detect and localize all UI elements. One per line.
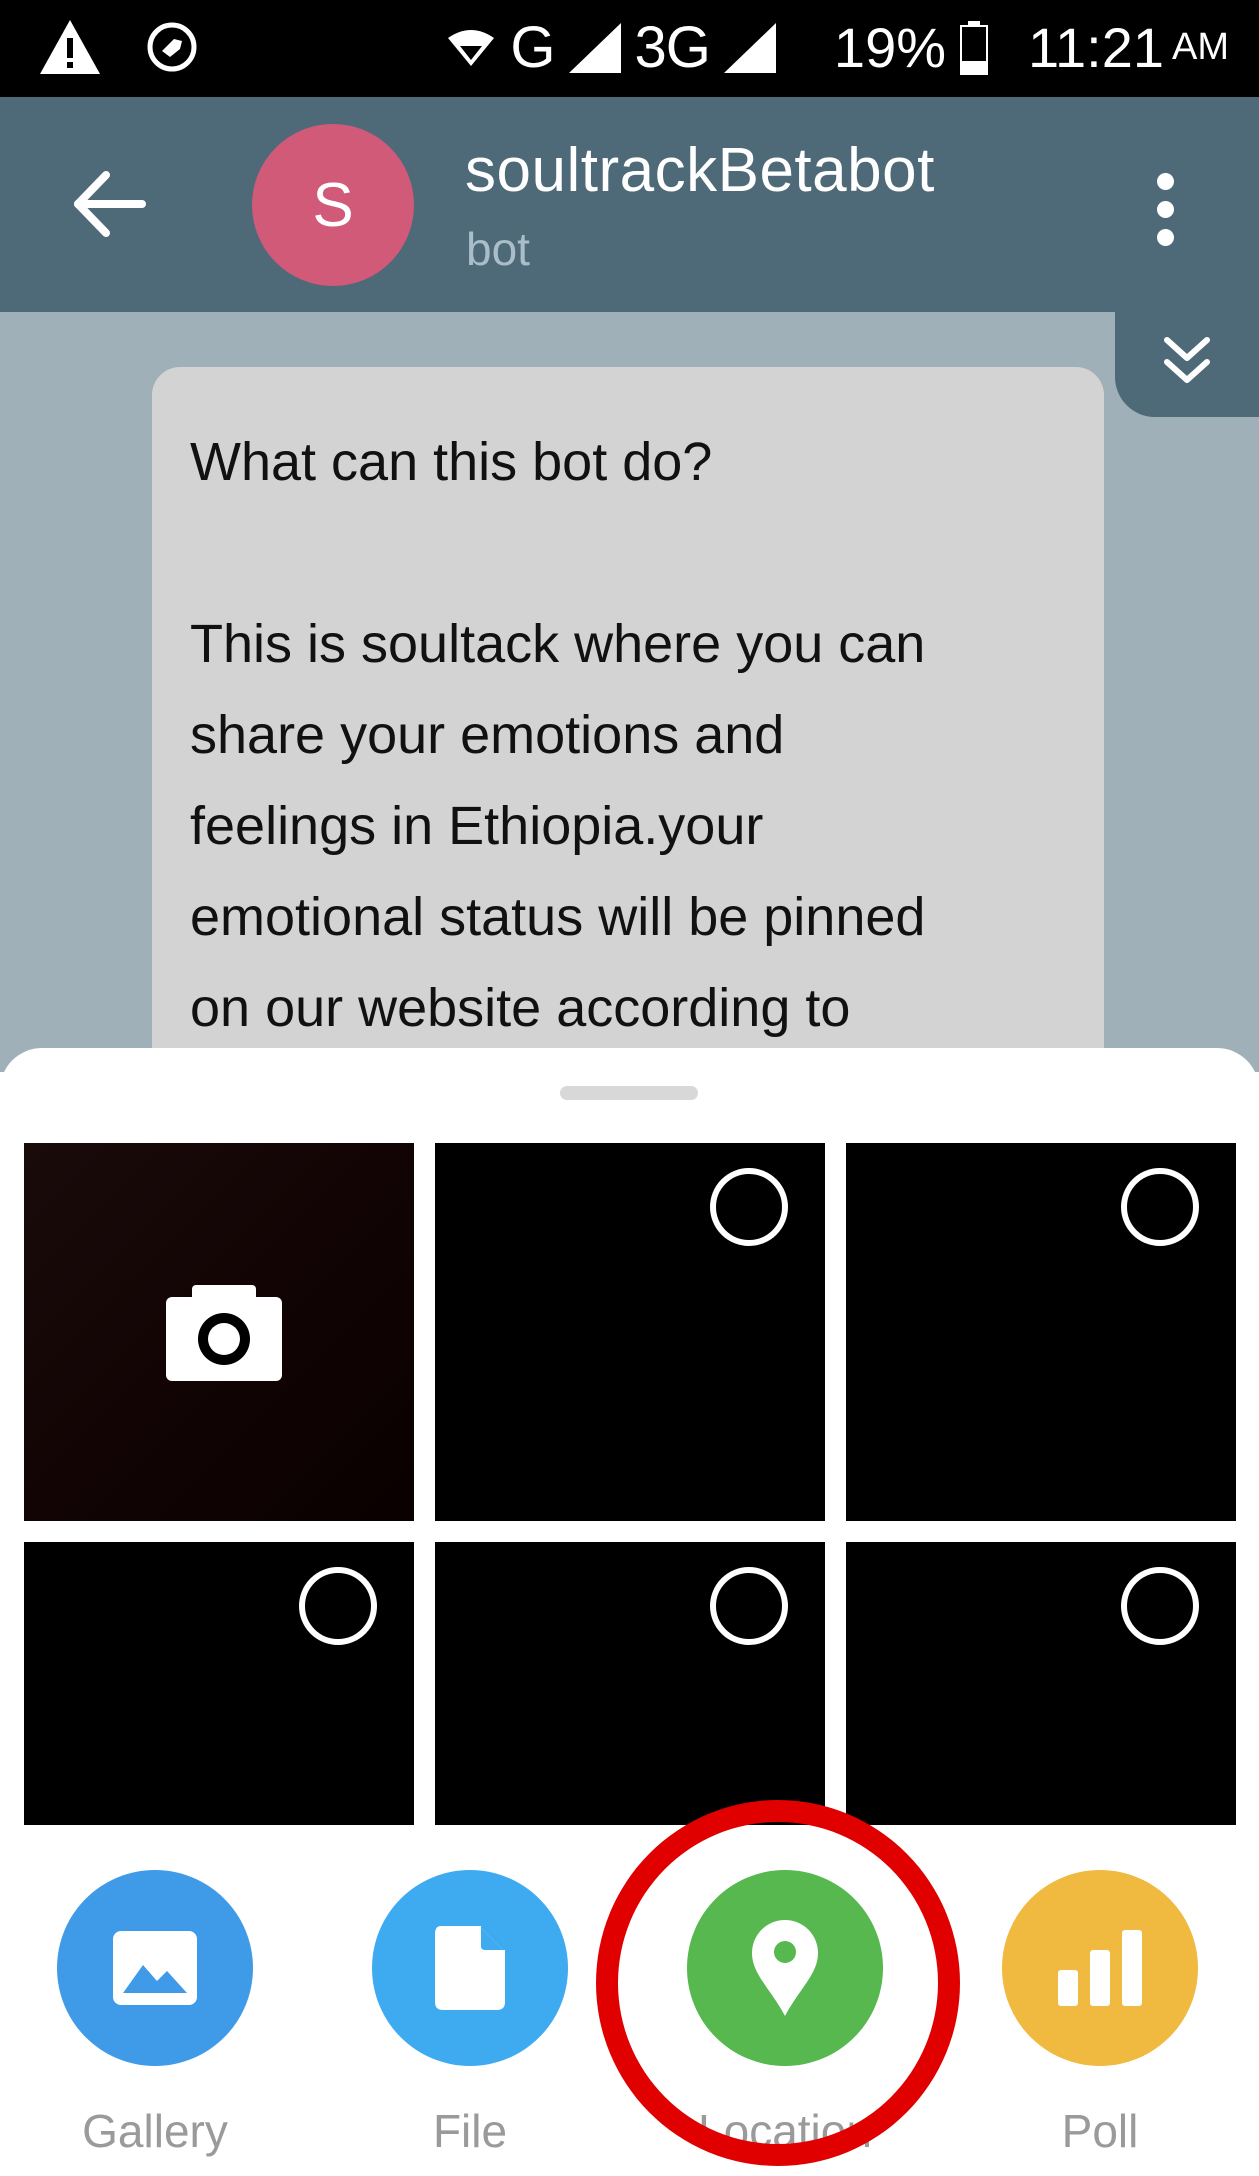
notification-icon bbox=[146, 21, 198, 73]
select-circle[interactable] bbox=[299, 1567, 377, 1645]
battery-icon bbox=[960, 20, 989, 75]
chat-subtitle: bot bbox=[466, 223, 530, 275]
scroll-down-button[interactable] bbox=[1115, 312, 1259, 417]
bot-description-bubble: What can this bot do? This is soultack w… bbox=[152, 367, 1104, 1127]
camera-tile[interactable] bbox=[24, 1143, 414, 1521]
clock-ampm: AM bbox=[1172, 26, 1229, 68]
select-circle[interactable] bbox=[710, 1567, 788, 1645]
gallery-photo-tile[interactable] bbox=[435, 1143, 825, 1521]
signal-icon bbox=[568, 22, 621, 73]
bubble-line: feelings in Ethiopia.your bbox=[190, 796, 764, 856]
gallery-photo-tile[interactable] bbox=[24, 1542, 414, 1872]
poll-button[interactable]: Poll bbox=[950, 1870, 1250, 2158]
more-options-icon[interactable] bbox=[1150, 173, 1180, 253]
avatar-letter: S bbox=[312, 170, 354, 240]
bubble-line: share your emotions and bbox=[190, 705, 785, 765]
clock-time: 11:21 bbox=[1028, 16, 1164, 79]
file-icon bbox=[435, 1926, 505, 2010]
file-label: File bbox=[432, 2105, 508, 2157]
network-type-1: G bbox=[510, 15, 555, 80]
warning-icon bbox=[38, 18, 102, 76]
status-bar: G 3G 19% 11:21 AM bbox=[0, 0, 1259, 97]
gallery-button-circle[interactable] bbox=[57, 1870, 253, 2066]
select-circle[interactable] bbox=[1121, 1168, 1199, 1246]
file-button-circle[interactable] bbox=[372, 1870, 568, 2066]
camera-icon bbox=[166, 1285, 282, 1381]
double-chevron-down-icon bbox=[1164, 337, 1210, 383]
bubble-heading: What can this bot do? bbox=[190, 432, 713, 492]
avatar[interactable]: S bbox=[252, 124, 414, 286]
gallery-button[interactable]: Gallery bbox=[5, 1870, 305, 2158]
chat-title[interactable]: soultrackBetabot bbox=[465, 135, 935, 206]
chat-area: What can this bot do? This is soultack w… bbox=[0, 312, 1259, 1127]
select-circle[interactable] bbox=[710, 1168, 788, 1246]
gallery-label: Gallery bbox=[82, 2105, 228, 2157]
highlight-ring bbox=[596, 1800, 960, 2166]
image-icon bbox=[113, 1931, 197, 2005]
gallery-photo-tile[interactable] bbox=[846, 1542, 1236, 1872]
bubble-line: on our website according to bbox=[190, 978, 851, 1038]
chat-header: S soultrackBetabot bot bbox=[0, 97, 1259, 312]
battery-percent: 19% bbox=[833, 16, 947, 79]
signal-icon bbox=[723, 22, 776, 73]
sheet-drag-handle[interactable] bbox=[560, 1086, 698, 1100]
bubble-line: emotional status will be pinned bbox=[190, 887, 926, 947]
back-arrow-icon[interactable] bbox=[70, 169, 150, 239]
wifi-icon bbox=[448, 29, 495, 66]
file-button[interactable]: File bbox=[320, 1870, 620, 2158]
select-circle[interactable] bbox=[1121, 1567, 1199, 1645]
poll-button-circle[interactable] bbox=[1002, 1870, 1198, 2066]
network-type-2: 3G bbox=[634, 15, 711, 80]
gallery-photo-tile[interactable] bbox=[846, 1143, 1236, 1521]
poll-icon bbox=[1058, 1930, 1142, 2006]
poll-label: Poll bbox=[1061, 2105, 1139, 2157]
bubble-line: This is soultack where you can bbox=[190, 614, 926, 674]
